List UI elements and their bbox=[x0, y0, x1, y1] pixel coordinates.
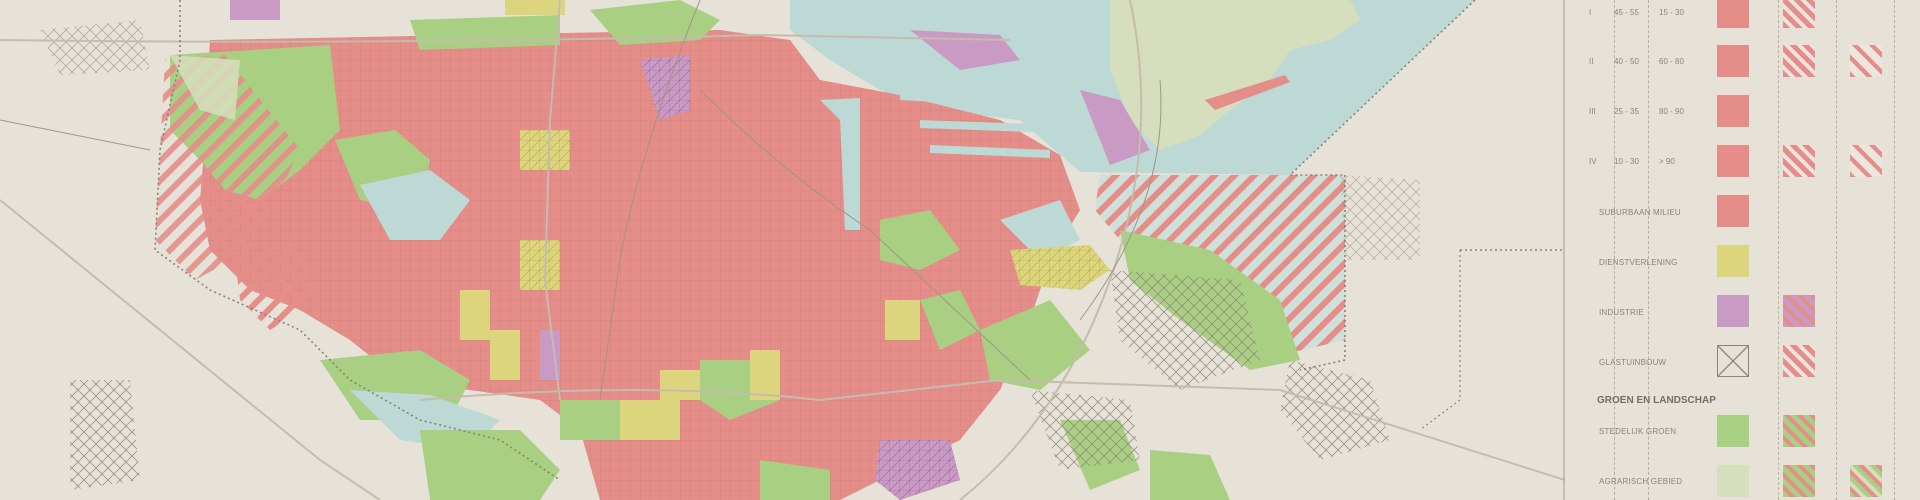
swatch-urban-hatch bbox=[1783, 45, 1815, 77]
swatch-urban-grid bbox=[1717, 95, 1749, 127]
swatch-greenhouse-hatch bbox=[1783, 345, 1815, 377]
swatch-urban-hatch bbox=[1783, 0, 1815, 28]
swatch-urban-green-hatch bbox=[1783, 415, 1815, 447]
swatch-agrarian-light-hatch bbox=[1850, 465, 1882, 497]
swatch-industry bbox=[1717, 295, 1749, 327]
category-label: INDUSTRIE bbox=[1599, 308, 1644, 317]
swatch-agrarian bbox=[1717, 465, 1749, 497]
swatch-service bbox=[1717, 245, 1749, 277]
category-label: AGRARISCH GEBIED bbox=[1599, 477, 1683, 486]
density-range-1: 25 - 35 bbox=[1614, 107, 1639, 116]
swatch-agrarian-hatch bbox=[1783, 465, 1815, 497]
swatch-urban-grid bbox=[1717, 0, 1749, 28]
swatch-greenhouse bbox=[1717, 345, 1749, 377]
zoning-map bbox=[0, 0, 1565, 500]
map-sheet: I 45 - 55 15 - 30 II 40 - 50 60 - 80 III… bbox=[0, 0, 1920, 500]
swatch-urban-hatch bbox=[1783, 145, 1815, 177]
category-label: STEDELIJK GROEN bbox=[1599, 427, 1677, 436]
swatch-urban-grid bbox=[1717, 45, 1749, 77]
section-heading: GROEN EN LANDSCHAP bbox=[1597, 395, 1716, 406]
swatch-urban-light-hatch bbox=[1850, 145, 1882, 177]
density-symbol: II bbox=[1589, 57, 1594, 66]
density-range-2: 15 - 30 bbox=[1659, 8, 1684, 17]
legend: I 45 - 55 15 - 30 II 40 - 50 60 - 80 III… bbox=[1565, 0, 1920, 500]
density-range-1: 10 - 30 bbox=[1614, 157, 1639, 166]
density-symbol: III bbox=[1589, 107, 1596, 116]
swatch-urban-light-hatch bbox=[1850, 45, 1882, 77]
density-range-2: 60 - 80 bbox=[1659, 57, 1684, 66]
density-range-1: 45 - 55 bbox=[1614, 8, 1639, 17]
category-label: SUBURBAAN MILIEU bbox=[1599, 208, 1681, 217]
swatch-suburban bbox=[1717, 195, 1749, 227]
swatch-industry-hatch bbox=[1783, 295, 1815, 327]
swatch-urban-grid bbox=[1717, 145, 1749, 177]
category-label: GLASTUINBOUW bbox=[1599, 358, 1667, 367]
density-range-2: 80 - 90 bbox=[1659, 107, 1684, 116]
swatch-urban-green bbox=[1717, 415, 1749, 447]
category-label: DIENSTVERLENING bbox=[1599, 258, 1678, 267]
density-symbol: IV bbox=[1589, 157, 1597, 166]
density-range-1: 40 - 50 bbox=[1614, 57, 1639, 66]
density-range-2: > 90 bbox=[1659, 157, 1675, 166]
density-symbol: I bbox=[1589, 8, 1592, 17]
